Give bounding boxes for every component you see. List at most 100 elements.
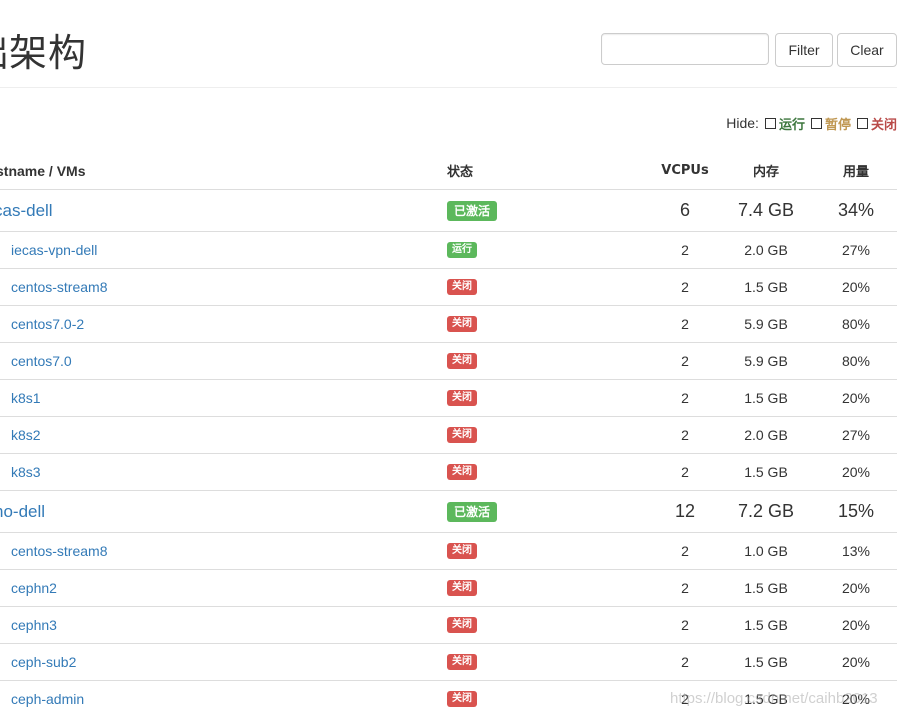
host-state-badge: 已激活 <box>447 200 498 221</box>
vm-state-cell: 关闭 <box>447 570 477 606</box>
vm-state-cell: 关闭 <box>447 454 477 490</box>
host-vcpus: 6 <box>679 200 690 220</box>
vm-vcpus: 2 <box>681 353 689 369</box>
vm-state-cell: 关闭 <box>447 343 477 379</box>
vm-name-link[interactable]: cephn2 <box>11 570 57 606</box>
vm-memory: 1.5 GB <box>744 654 788 670</box>
hide-running-checkbox[interactable] <box>764 117 776 129</box>
vm-row[interactable]: cephn2 关闭 2 1.5 GB 20% <box>0 569 897 606</box>
vm-name-link[interactable]: k8s2 <box>11 417 41 453</box>
vm-name-link[interactable]: k8s3 <box>11 454 41 490</box>
vm-usage: 80% <box>841 353 871 369</box>
host-memory: 7.4 GB <box>737 200 795 220</box>
vm-usage: 20% <box>841 390 871 406</box>
vm-state-badge: 关闭 <box>447 654 477 670</box>
vm-memory: 1.5 GB <box>744 617 788 633</box>
vm-state-cell: 关闭 <box>447 644 477 680</box>
vm-row[interactable]: cephn3 关闭 2 1.5 GB 20% <box>0 606 897 643</box>
col-header-usage[interactable]: 用量 <box>812 152 900 189</box>
vm-name-link[interactable]: k8s1 <box>11 380 41 416</box>
table-header: stname / VMs 状态 VCPUs 内存 用量 <box>0 152 897 189</box>
vm-usage: 20% <box>841 580 871 596</box>
hide-shutoff-label[interactable]: 关闭 <box>871 114 897 133</box>
vm-name-link[interactable]: ceph-sub2 <box>11 644 76 680</box>
vm-vcpus: 2 <box>681 390 689 406</box>
hide-label: Hide: <box>726 115 759 131</box>
vm-name-link[interactable]: centos7.0-2 <box>11 306 84 342</box>
table-body: cas-dell 已激活 6 7.4 GB 34% iecas-vpn-dell 运行 2 2.… <box>0 189 897 717</box>
host-row[interactable]: ho-dell 已激活 12 7.2 GB 15% <box>0 490 897 532</box>
vm-state-badge: 关闭 <box>447 390 477 406</box>
vm-state-badge: 关闭 <box>447 279 477 295</box>
hide-running-label[interactable]: 运行 <box>779 114 805 133</box>
vm-vcpus: 2 <box>681 279 689 295</box>
hide-paused-label[interactable]: 暂停 <box>825 114 851 133</box>
col-header-state[interactable]: 状态 <box>447 152 473 189</box>
vm-usage: 80% <box>841 316 871 332</box>
vm-memory: 1.5 GB <box>744 279 788 295</box>
host-state-cell: 已激活 <box>447 190 498 231</box>
vm-row[interactable]: iecas-vpn-dell 运行 2 2.0 GB 27% <box>0 231 897 268</box>
clear-button[interactable]: Clear <box>837 33 897 67</box>
vm-state-cell: 关闭 <box>447 306 477 342</box>
vm-name-link[interactable]: centos7.0 <box>11 343 72 379</box>
vm-usage: 27% <box>841 242 871 258</box>
filter-input[interactable] <box>601 33 769 65</box>
vm-vcpus: 2 <box>681 580 689 596</box>
col-header-memory[interactable]: 内存 <box>722 152 810 189</box>
hide-filters: Hide: 运行 暂停 关闭 <box>726 114 897 133</box>
vm-name-link[interactable]: centos-stream8 <box>11 269 107 305</box>
header-divider <box>0 87 897 88</box>
host-name-link[interactable]: cas-dell <box>0 190 53 231</box>
col-header-vcpus[interactable]: VCPUs <box>650 152 720 189</box>
vm-state-badge: 关闭 <box>447 580 477 596</box>
host-row[interactable]: cas-dell 已激活 6 7.4 GB 34% <box>0 189 897 231</box>
vm-row[interactable]: centos-stream8 关闭 2 1.5 GB 20% <box>0 268 897 305</box>
vm-state-cell: 关闭 <box>447 417 477 453</box>
vm-memory: 1.5 GB <box>744 390 788 406</box>
host-usage: 34% <box>837 200 875 220</box>
host-state-cell: 已激活 <box>447 491 498 532</box>
vm-state-badge: 关闭 <box>447 617 477 633</box>
col-header-name[interactable]: stname / VMs <box>0 152 85 189</box>
vm-usage: 20% <box>841 279 871 295</box>
vm-state-cell: 运行 <box>447 232 477 268</box>
vm-memory: 5.9 GB <box>744 353 788 369</box>
page-title: 础架构 <box>0 31 88 75</box>
vm-state-cell: 关闭 <box>447 533 477 569</box>
vm-memory: 1.5 GB <box>744 580 788 596</box>
vm-row[interactable]: k8s1 关闭 2 1.5 GB 20% <box>0 379 897 416</box>
vm-usage: 13% <box>841 543 871 559</box>
hide-paused-checkbox[interactable] <box>810 117 822 129</box>
vm-vcpus: 2 <box>681 427 689 443</box>
watermark: https://blog.csdn.net/caihb2013 <box>670 690 878 707</box>
vm-memory: 2.0 GB <box>744 427 788 443</box>
vm-state-cell: 关闭 <box>447 380 477 416</box>
vm-name-link[interactable]: cephn3 <box>11 607 57 643</box>
filter-button[interactable]: Filter <box>775 33 833 67</box>
vm-state-badge: 关闭 <box>447 427 477 443</box>
vm-state-badge: 关闭 <box>447 691 477 707</box>
hide-shutoff-checkbox[interactable] <box>856 117 868 129</box>
host-vcpus: 12 <box>674 501 696 521</box>
vm-row[interactable]: centos7.0-2 关闭 2 5.9 GB 80% <box>0 305 897 342</box>
vm-row[interactable]: centos7.0 关闭 2 5.9 GB 80% <box>0 342 897 379</box>
vm-usage: 27% <box>841 427 871 443</box>
host-name-link[interactable]: ho-dell <box>0 491 45 532</box>
vm-name-link[interactable]: iecas-vpn-dell <box>11 232 97 268</box>
vm-state-badge: 运行 <box>447 242 477 258</box>
vm-name-link[interactable]: ceph-admin <box>11 681 84 717</box>
vm-state-cell: 关闭 <box>447 681 477 717</box>
host-usage: 15% <box>837 501 875 521</box>
host-state-badge: 已激活 <box>447 501 498 522</box>
vm-row[interactable]: centos-stream8 关闭 2 1.0 GB 13% <box>0 532 897 569</box>
vm-memory: 2.0 GB <box>744 242 788 258</box>
vm-vcpus: 2 <box>681 242 689 258</box>
vm-state-badge: 关闭 <box>447 353 477 369</box>
vm-row[interactable]: k8s2 关闭 2 2.0 GB 27% <box>0 416 897 453</box>
host-memory: 7.2 GB <box>737 501 795 521</box>
vm-name-link[interactable]: centos-stream8 <box>11 533 107 569</box>
vm-usage: 20% <box>841 617 871 633</box>
vm-row[interactable]: k8s3 关闭 2 1.5 GB 20% <box>0 453 897 490</box>
vm-row[interactable]: ceph-sub2 关闭 2 1.5 GB 20% <box>0 643 897 680</box>
